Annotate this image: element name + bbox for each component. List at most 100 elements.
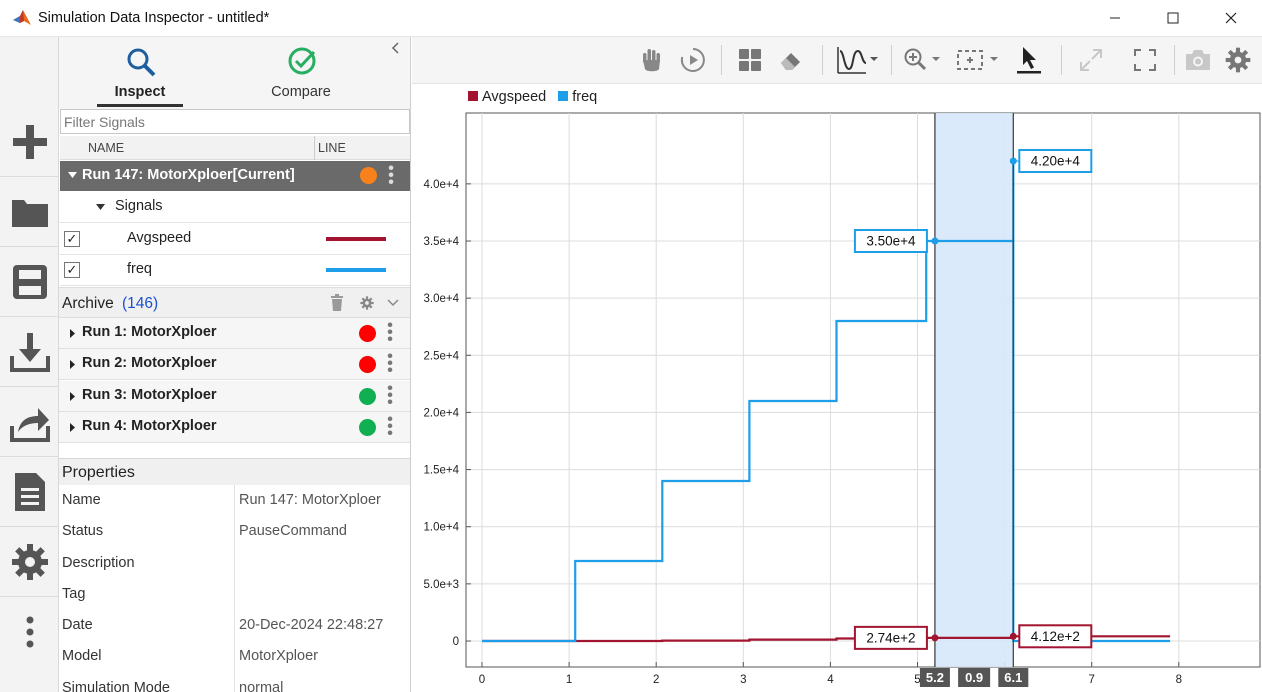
chevron-right-icon[interactable] — [70, 423, 76, 432]
tab-inspect[interactable]: Inspect — [80, 37, 200, 107]
signal-chart[interactable]: 01234567805.0e+31.0e+41.5e+42.0e+42.5e+4… — [412, 84, 1262, 692]
x-tick-label: 7 — [1088, 674, 1094, 686]
tab-compare[interactable]: Compare — [241, 37, 361, 107]
signal-row-freq[interactable]: ✓ freq — [60, 255, 410, 286]
check-circle-icon — [288, 47, 316, 75]
archive-run-label: Run 3: MotorXploer — [82, 387, 217, 403]
fullscreen-button[interactable] — [1129, 44, 1161, 76]
property-value[interactable]: normal — [239, 680, 283, 692]
minimize-button[interactable] — [1092, 0, 1138, 36]
snapshot-button[interactable] — [1182, 44, 1214, 76]
x-tick-label: 1 — [566, 674, 572, 686]
data-label-text: 4.20e+4 — [1031, 154, 1081, 169]
property-value[interactable]: 20-Dec-2024 22:48:27 — [239, 617, 383, 633]
run-menu-button[interactable]: • • • — [385, 412, 395, 442]
signal-style-button[interactable] — [836, 44, 880, 76]
export-button[interactable] — [0, 387, 59, 457]
run-color-indicator[interactable] — [359, 388, 376, 405]
archive-run-row[interactable]: Run 1: MotorXploer • • • — [59, 318, 410, 349]
property-key: Tag — [62, 586, 86, 602]
chevron-right-icon[interactable] — [70, 360, 76, 369]
preferences-button[interactable] — [0, 527, 59, 597]
x-tick-label: 3 — [740, 674, 746, 686]
archive-run-row[interactable]: Run 2: MotorXploer • • • — [59, 349, 410, 380]
pan-button[interactable] — [635, 44, 667, 76]
run-color-indicator[interactable] — [359, 356, 376, 373]
property-row: Date 20-Dec-2024 22:48:27 — [59, 611, 410, 642]
import-button[interactable] — [0, 317, 59, 387]
zoom-button[interactable] — [903, 44, 945, 76]
tab-compare-label: Compare — [271, 84, 331, 100]
filter-signals-input[interactable] — [60, 109, 410, 134]
properties-title: Properties — [62, 464, 135, 481]
more-button[interactable] — [0, 597, 59, 667]
run-color-indicator[interactable] — [360, 167, 377, 184]
y-tick-label: 3.5e+4 — [424, 236, 460, 248]
fullscreen-icon — [1134, 49, 1156, 71]
right-cursor-value-text: 6.1 — [1004, 670, 1022, 685]
signal-checkbox-freq[interactable]: ✓ — [64, 262, 80, 278]
report-button[interactable] — [0, 457, 59, 527]
play-icon — [680, 48, 705, 72]
property-value[interactable]: MotorXploer — [239, 648, 318, 664]
chevron-down-icon[interactable] — [68, 172, 77, 180]
collapse-panel-button[interactable] — [391, 41, 401, 57]
x-tick-label: 4 — [827, 674, 834, 686]
close-icon — [1225, 12, 1237, 24]
save-button[interactable] — [0, 247, 59, 317]
property-value[interactable]: Run 147: MotorXploer — [239, 492, 381, 508]
cursor-button[interactable] — [1013, 44, 1045, 76]
run-menu-button[interactable]: • • • — [385, 349, 395, 379]
left-toolbar — [0, 37, 59, 692]
y-tick-label: 4.0e+4 — [424, 179, 460, 191]
trash-icon[interactable] — [330, 294, 344, 311]
close-button[interactable] — [1208, 0, 1254, 36]
property-key: Description — [62, 555, 135, 571]
property-key: Status — [62, 523, 104, 539]
chevron-right-icon[interactable] — [70, 392, 76, 401]
run-color-indicator[interactable] — [359, 419, 376, 436]
run-menu-button[interactable]: • • • — [386, 161, 396, 191]
run-menu-button[interactable]: • • • — [385, 381, 395, 411]
property-row: Simulation Mode normal — [59, 674, 410, 692]
chevron-down-icon[interactable] — [387, 299, 399, 307]
archive-run-row[interactable]: Run 4: MotorXploer • • • — [59, 412, 410, 443]
layout-button[interactable] — [734, 44, 766, 76]
archive-count: (146) — [122, 295, 159, 312]
signal-name: Avgspeed — [127, 230, 192, 246]
expand-button[interactable] — [1075, 44, 1107, 76]
run-color-indicator[interactable] — [359, 325, 376, 342]
new-button[interactable] — [0, 107, 59, 177]
maximize-button[interactable] — [1150, 0, 1196, 36]
name-column-header: NAME — [88, 141, 125, 155]
signals-group-row[interactable]: Signals — [60, 192, 410, 223]
property-key: Name — [62, 492, 101, 508]
signal-line-swatch[interactable] — [326, 237, 386, 241]
property-row: Status PauseCommand — [59, 517, 410, 548]
fit-to-view-button[interactable] — [954, 44, 1002, 76]
cursor-region — [934, 113, 1014, 667]
property-value[interactable]: PauseCommand — [239, 523, 347, 539]
report-icon — [14, 472, 45, 511]
signal-checkbox-avgspeed[interactable]: ✓ — [64, 231, 80, 247]
chevron-down-icon[interactable] — [96, 204, 105, 212]
gear-icon[interactable] — [360, 296, 374, 310]
replay-button[interactable] — [677, 44, 709, 76]
expand-icon — [1080, 49, 1102, 71]
chevron-left-icon — [391, 42, 399, 54]
archive-run-row[interactable]: Run 3: MotorXploer • • • — [59, 381, 410, 412]
open-button[interactable] — [0, 177, 59, 247]
property-row: Tag — [59, 580, 410, 611]
clear-button[interactable] — [775, 44, 807, 76]
signal-row-avgspeed[interactable]: ✓ Avgspeed — [60, 224, 410, 255]
signal-line-swatch[interactable] — [326, 268, 386, 272]
run-menu-button[interactable]: • • • — [385, 318, 395, 348]
archive-run-label: Run 2: MotorXploer — [82, 355, 217, 371]
current-run-row[interactable]: Run 147: MotorXploer[Current] • • • — [60, 161, 410, 191]
archive-header[interactable]: Archive (146) — [59, 287, 410, 318]
current-run-label: Run 147: MotorXploer[Current] — [82, 167, 295, 183]
visualization-settings-button[interactable] — [1222, 44, 1254, 76]
y-tick-label: 0 — [453, 636, 459, 648]
y-tick-label: 1.5e+4 — [424, 465, 460, 477]
chevron-right-icon[interactable] — [70, 329, 76, 338]
